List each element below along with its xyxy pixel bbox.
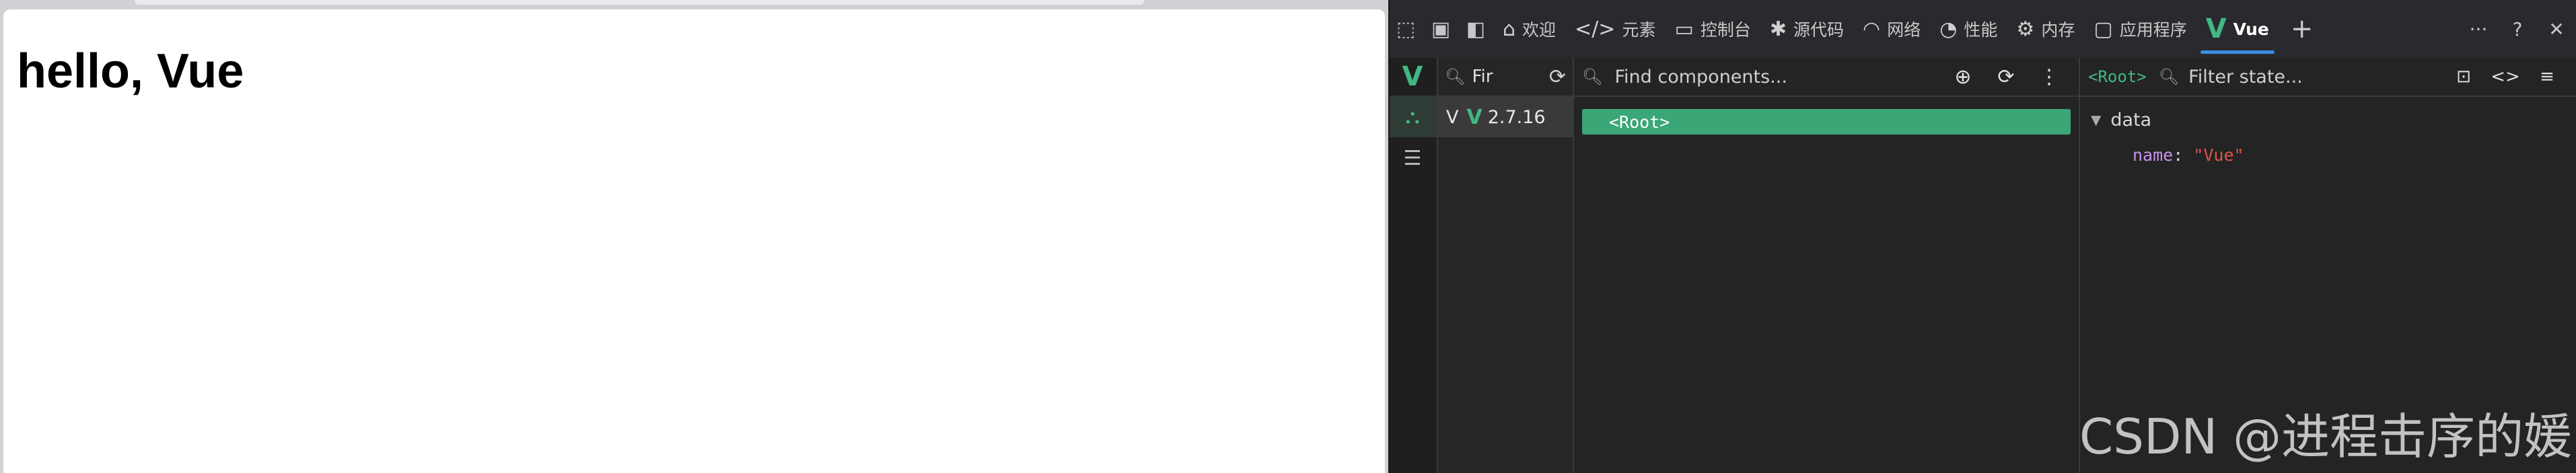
tab-network[interactable]: ◠ 网络	[1853, 0, 1930, 58]
element-picker-icon[interactable]: ⬚	[1388, 0, 1423, 58]
home-icon: ⌂	[1503, 17, 1516, 41]
wifi-icon: ◠	[1863, 17, 1881, 41]
timeline-icon[interactable]: ☰	[1388, 137, 1437, 179]
component-tree-actions: ⊕ ⟳ ⋮	[1941, 65, 2071, 89]
bug-icon: ✱	[1769, 17, 1787, 41]
filter-state-input[interactable]	[2187, 65, 2433, 88]
tab-application[interactable]: ▢ 应用程序	[2084, 0, 2196, 58]
tab-memory[interactable]: ⚙ 内存	[2007, 0, 2084, 58]
help-icon[interactable]: ?	[2498, 0, 2537, 58]
tab-welcome[interactable]: ⌂ 欢迎	[1493, 0, 1565, 58]
state-property-row[interactable]: name: "Vue"	[2080, 145, 2576, 165]
apps-pane: 🔍︎ Fir ⟳ V V 2.7.16	[1438, 58, 1574, 473]
add-tab-button[interactable]: +	[2279, 13, 2326, 44]
devtools-left-border	[1388, 0, 1390, 473]
inspector-header: <Root> 🔍︎ ⊡ <> ≡	[2080, 58, 2576, 97]
components-tree-icon[interactable]: ⛬	[1388, 96, 1437, 137]
inspector-actions: ⊡ <> ≡	[2443, 67, 2568, 87]
tab-console[interactable]: ▭ 控制台	[1665, 0, 1760, 58]
apps-search-input[interactable]: Fir	[1472, 67, 1495, 87]
refresh-icon[interactable]: ⟳	[1984, 65, 2028, 89]
tab-application-label: 应用程序	[2119, 20, 2187, 40]
tab-network-label: 网络	[1887, 20, 1921, 40]
more-vertical-icon[interactable]: ⋮	[2028, 65, 2071, 89]
data-section-header[interactable]: ▼ data	[2080, 106, 2576, 133]
watermark-text: CSDN @进程击序的媛	[2079, 408, 2573, 465]
vue-sidebar-rail: V ⛬ ☰	[1388, 58, 1438, 473]
collapse-icon[interactable]: ≡	[2526, 67, 2568, 87]
close-devtools-icon[interactable]: ✕	[2537, 0, 2576, 58]
target-icon[interactable]: ⊕	[1941, 65, 1984, 89]
device-emulation-icon[interactable]: ▣	[1423, 0, 1458, 58]
apps-search: 🔍︎ Fir ⟳	[1438, 58, 1573, 97]
property-colon: :	[2173, 145, 2194, 165]
console-icon: ▭	[1674, 17, 1694, 41]
browser-address-bar-edge	[135, 0, 1144, 5]
tab-performance-label: 性能	[1964, 20, 1998, 40]
tab-performance[interactable]: ◔ 性能	[1930, 0, 2007, 58]
code-icon[interactable]: <>	[2484, 67, 2526, 87]
page-heading: hello, Vue	[17, 44, 244, 98]
code-tag-icon: </>	[1575, 17, 1616, 41]
memory-chip-icon: ⚙	[2016, 17, 2035, 41]
vue-logo-icon: V	[2205, 13, 2227, 44]
caret-down-icon: ▼	[2091, 112, 2102, 128]
search-icon: 🔍︎	[1445, 67, 1466, 86]
screenshot-icon[interactable]: ⊡	[2443, 67, 2484, 87]
more-options-icon[interactable]: ···	[2459, 0, 2498, 58]
selected-component-label: <Root>	[2088, 67, 2147, 86]
tab-elements[interactable]: </> 元素	[1565, 0, 1665, 58]
vue-logo-icon: V	[1402, 61, 1423, 92]
property-key: name	[2133, 145, 2174, 165]
devtools-tab-bar: ⬚ ▣ ◧ ⌂ 欢迎 </> 元素 ▭ 控制台 ✱ 源代码 ◠ 网络 ◔ 性能 …	[1388, 0, 2576, 59]
property-value: "Vue"	[2193, 145, 2244, 165]
tab-sources[interactable]: ✱ 源代码	[1760, 0, 1853, 58]
tab-vue[interactable]: V Vue	[2196, 0, 2279, 58]
component-search-bar: 🔍︎ ⊕ ⟳ ⋮	[1574, 58, 2079, 97]
section-label: data	[2110, 109, 2152, 131]
refresh-icon[interactable]: ⟳	[1549, 65, 1566, 89]
devtools-right-actions: ··· ? ✕	[2459, 0, 2576, 58]
app-version: 2.7.16	[1487, 106, 1546, 128]
component-tree-pane: 🔍︎ ⊕ ⟳ ⋮ <Root>	[1574, 58, 2080, 473]
tab-elements-label: 元素	[1622, 20, 1656, 40]
tab-console-label: 控制台	[1700, 20, 1751, 40]
tab-sources-label: 源代码	[1793, 20, 1844, 40]
browser-top-strip	[0, 0, 1388, 9]
tab-welcome-label: 欢迎	[1522, 20, 1557, 40]
tab-memory-label: 内存	[2041, 20, 2075, 40]
component-tree-label: <Root>	[1609, 112, 1670, 132]
dock-side-icon[interactable]: ◧	[1458, 0, 1493, 58]
gauge-icon: ◔	[1939, 17, 1958, 41]
app-list-item[interactable]: V V 2.7.16	[1438, 97, 1573, 137]
search-icon: 🔍︎	[2158, 67, 2180, 86]
vue-logo-icon: V	[1466, 105, 1482, 129]
component-tree-row-root[interactable]: <Root>	[1582, 109, 2071, 135]
tab-vue-label: Vue	[2233, 19, 2269, 39]
find-components-input[interactable]	[1613, 65, 1939, 88]
window-icon: ▢	[2094, 17, 2113, 41]
search-icon: 🔍︎	[1582, 67, 1603, 86]
web-page-viewport: hello, Vue	[3, 9, 1385, 473]
app-prefix: V	[1446, 106, 1459, 128]
